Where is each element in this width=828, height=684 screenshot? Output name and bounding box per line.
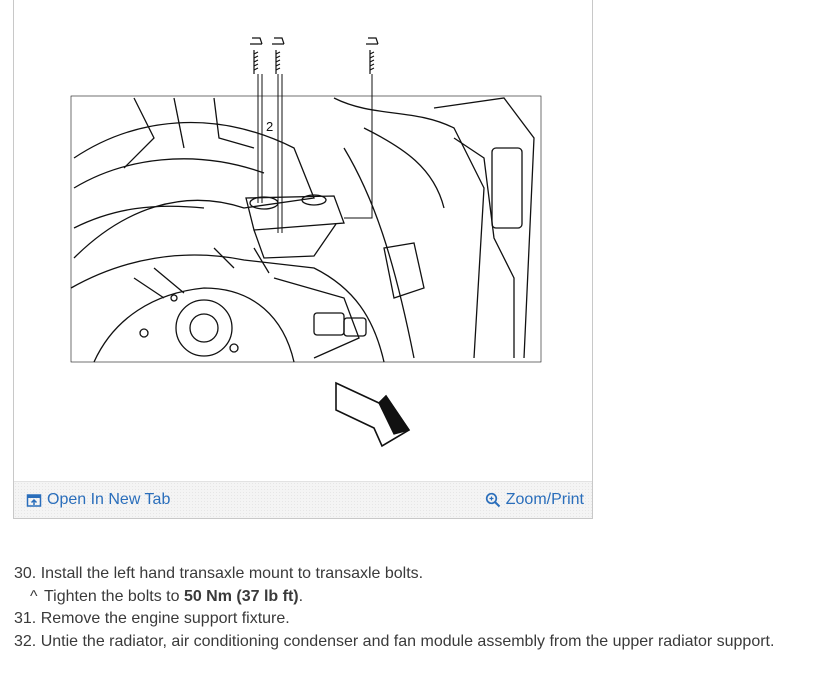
- zoom-print-label: Zoom/Print: [505, 491, 584, 508]
- step-30-substep: ^ Tighten the bolts to 50 Nm (37 lb ft).: [14, 586, 814, 609]
- figure-frame: 2 Open In New Tab Zoom/Print: [13, 0, 593, 519]
- transaxle-mount-diagram: 2: [70, 37, 542, 448]
- procedure-steps: 30. Install the left hand transaxle moun…: [14, 563, 814, 653]
- open-new-tab-icon: [26, 494, 42, 507]
- torque-value: 50 Nm (37 lb ft): [183, 587, 299, 605]
- diagram-callout-label: 2: [266, 119, 273, 134]
- figure-toolbar: Open In New Tab Zoom/Print: [14, 481, 592, 518]
- step-32: 32. Untie the radiator, air conditioning…: [14, 632, 775, 650]
- open-in-new-tab-label: Open In New Tab: [47, 491, 171, 508]
- step-30: 30. Install the left hand transaxle moun…: [14, 565, 424, 582]
- substep-prefix: Tighten the bolts to: [44, 587, 184, 605]
- step-31: 31. Remove the engine support fixture.: [14, 610, 290, 627]
- open-in-new-tab-link[interactable]: Open In New Tab: [26, 491, 170, 509]
- caret-marker: ^: [30, 587, 38, 605]
- magnifier-icon: [485, 492, 500, 508]
- substep-suffix: .: [298, 587, 304, 605]
- zoom-print-link[interactable]: Zoom/Print: [485, 491, 584, 509]
